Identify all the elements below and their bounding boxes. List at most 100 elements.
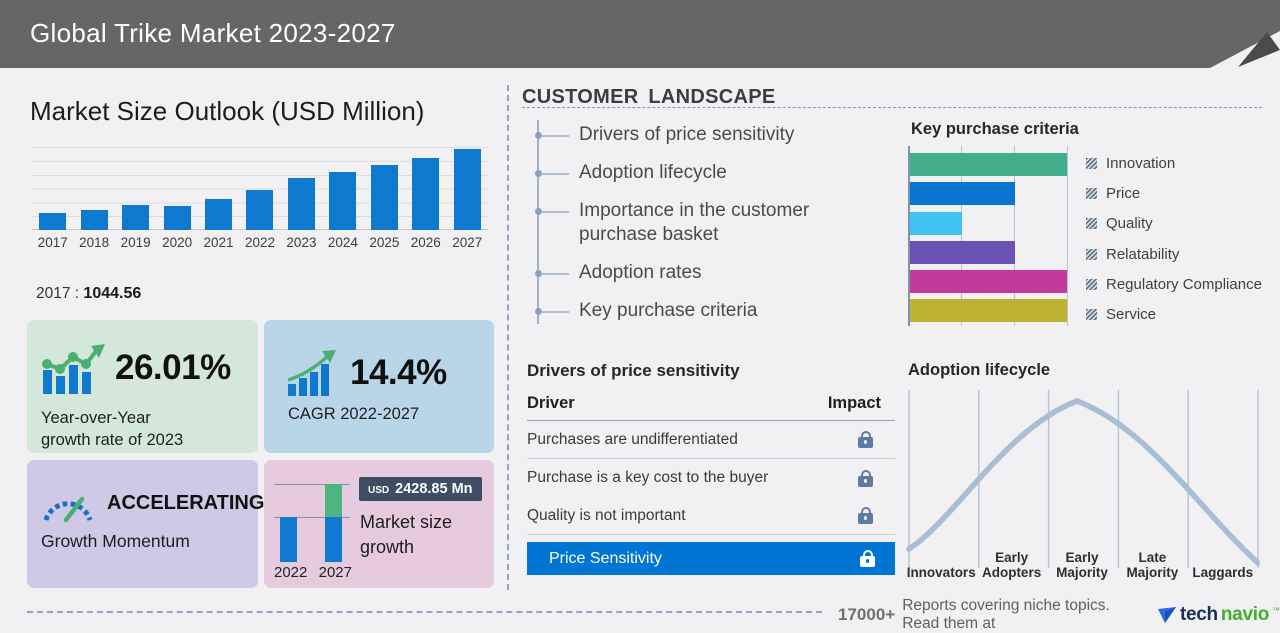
bullet-tick-line bbox=[541, 135, 569, 137]
growth-mini-chart: 2022 2027 bbox=[274, 482, 352, 581]
market-size-bar-slot bbox=[239, 146, 280, 230]
market-size-bar-slot bbox=[115, 146, 156, 230]
key-purchase-criteria-chart bbox=[908, 146, 1068, 326]
table-row: Quality is not important bbox=[527, 497, 895, 535]
lock-icon bbox=[858, 469, 873, 487]
market-size-bar-2023 bbox=[287, 178, 315, 230]
growth-momentum-card: ACCELERATING Growth Momentum bbox=[27, 460, 264, 588]
year-tick-label: 2022 bbox=[244, 235, 276, 250]
market-size-bar-slot bbox=[73, 146, 114, 230]
mini-chart-years: 2022 2027 bbox=[274, 564, 352, 581]
lifecycle-stage-label: Innovators bbox=[906, 564, 976, 580]
bullet-tick-line bbox=[541, 173, 569, 175]
price-sensitivity-highlight-row: Price Sensitivity bbox=[527, 542, 895, 575]
technavio-logo[interactable]: tech navio ™ bbox=[1157, 604, 1280, 626]
driver-column-header: Driver bbox=[527, 394, 575, 412]
year-tick-label: 2021 bbox=[203, 235, 234, 250]
legend-swatch-icon bbox=[1086, 248, 1097, 260]
legend-item: Price bbox=[1086, 178, 1262, 208]
momentum-label: Growth Momentum bbox=[41, 531, 190, 551]
momentum-status: ACCELERATING bbox=[107, 491, 265, 514]
footer: 17000+ Reports covering niche topics. Re… bbox=[838, 597, 1280, 633]
adoption-lifecycle-title: Adoption lifecycle bbox=[908, 361, 1051, 379]
legend-swatch-icon bbox=[1086, 309, 1097, 321]
landscape-list-item: Importance in the customer purchase bask… bbox=[527, 192, 879, 254]
yoy-label: Year-over-Year growth rate of 2023 bbox=[41, 409, 184, 449]
criteria-bar-relatability bbox=[910, 240, 1015, 264]
legend-swatch-icon bbox=[1086, 278, 1097, 290]
bullet-tick-line bbox=[541, 273, 569, 275]
market-size-bar-slot bbox=[198, 146, 239, 230]
landscape-item-label: Importance in the customer purchase bask… bbox=[579, 200, 810, 245]
growth-amount-badge: USD 2428.85 Mn bbox=[359, 477, 482, 501]
lifecycle-stage-label: Laggards bbox=[1192, 564, 1254, 580]
lock-icon bbox=[858, 507, 873, 524]
market-size-bar-slot bbox=[322, 146, 363, 230]
customer-landscape-heading: CUSTOMER LANDSCAPE bbox=[522, 86, 776, 108]
market-size-bar-2019 bbox=[122, 205, 150, 230]
market-size-bar-chart: 2017 2018 2019 2020 2021 2022 2023 2024 2025 2026… bbox=[32, 146, 488, 250]
market-size-bar-2021 bbox=[205, 199, 233, 230]
price-sensitivity-table: Driver Impact Purchases are undifferenti… bbox=[527, 394, 895, 575]
market-size-bar-2017 bbox=[39, 213, 67, 230]
legend-item: Innovation bbox=[1086, 148, 1262, 178]
legend-label: Relatability bbox=[1106, 245, 1180, 263]
heading-dashed-underline bbox=[522, 107, 1262, 108]
year-tick-label: 2027 bbox=[452, 235, 483, 250]
vertical-dashed-divider bbox=[507, 85, 509, 590]
landscape-list-item: Drivers of price sensitivity bbox=[527, 116, 879, 154]
table-header-row: Driver Impact bbox=[527, 394, 895, 421]
reports-count: 17000+ bbox=[838, 605, 896, 624]
cagr-value: 14.4% bbox=[350, 353, 447, 392]
legend-label: Price bbox=[1106, 184, 1141, 202]
year-tick-label: 2020 bbox=[162, 235, 193, 250]
growth-label: Market size growth bbox=[360, 512, 453, 557]
table-row: Purchases are undifferentiated bbox=[527, 421, 895, 459]
lock-icon bbox=[860, 550, 875, 567]
year-tick-label: 2017 bbox=[37, 235, 68, 250]
market-size-bar-slot bbox=[156, 146, 197, 230]
cagr-label: CAGR 2022-2027 bbox=[288, 405, 420, 423]
key-purchase-criteria-legend: Innovation Price Quality Relatability Regula… bbox=[1086, 148, 1262, 330]
header-banner: Global Trike Market 2023-2027 bbox=[0, 0, 1280, 68]
bar-2027-growth-segment bbox=[325, 484, 342, 517]
landscape-list-item: Key purchase criteria bbox=[527, 292, 879, 330]
legend-label: Service bbox=[1106, 306, 1157, 324]
anchor-year: 2017 bbox=[36, 285, 71, 302]
bar-trend-icon bbox=[42, 344, 105, 394]
market-size-bar-slot bbox=[32, 146, 73, 230]
year-tick-label: 2018 bbox=[79, 235, 110, 250]
market-size-plot bbox=[32, 146, 488, 230]
price-sensitivity-title: Drivers of price sensitivity bbox=[527, 361, 740, 380]
market-size-bar-slot bbox=[281, 146, 322, 230]
legend-label: Regulatory Compliance bbox=[1106, 275, 1262, 293]
lifecycle-stage-label: Late Majority bbox=[1126, 550, 1179, 580]
bullet-tick-line bbox=[541, 211, 569, 213]
table-row: Purchase is a key cost to the buyer bbox=[527, 459, 895, 497]
criteria-bar-quality bbox=[910, 211, 962, 235]
lifecycle-stage-label: Early Adopters bbox=[981, 550, 1042, 580]
year-tick-label: 2025 bbox=[369, 235, 400, 250]
market-size-bar-slot bbox=[364, 146, 405, 230]
bullet-tick-line bbox=[541, 311, 569, 313]
impact-column-header: Impact bbox=[827, 394, 881, 412]
legend-item: Quality bbox=[1086, 209, 1262, 239]
footer-dashed-line bbox=[27, 611, 822, 613]
market-size-title: Market Size Outlook (USD Million) bbox=[30, 96, 425, 126]
yoy-growth-card: 26.01% Year-over-Year growth rate of 202… bbox=[27, 320, 258, 453]
growth-arrow-bars-icon bbox=[287, 350, 336, 396]
technavio-arrow-icon bbox=[1158, 607, 1176, 623]
market-size-bar-2022 bbox=[246, 190, 274, 230]
market-size-bar-slot bbox=[405, 146, 446, 230]
year-tick-label: 2019 bbox=[120, 235, 151, 250]
legend-label: Innovation bbox=[1106, 154, 1176, 172]
market-size-bar-2025 bbox=[370, 165, 398, 230]
adoption-lifecycle-stage-labels: Innovators Early Adopters Early Majority La… bbox=[906, 540, 1258, 580]
year-tick-label: 2026 bbox=[410, 235, 441, 250]
market-size-bar-slot bbox=[447, 146, 488, 230]
legend-label: Quality bbox=[1106, 215, 1153, 233]
yoy-value: 26.01% bbox=[115, 348, 231, 387]
driver-cell: Quality is not important bbox=[527, 506, 686, 524]
footer-text: Reports covering niche topics. Read them… bbox=[902, 597, 1110, 632]
market-size-growth-card: 2022 2027 USD 2428.85 Mn Market size gro… bbox=[264, 460, 494, 588]
